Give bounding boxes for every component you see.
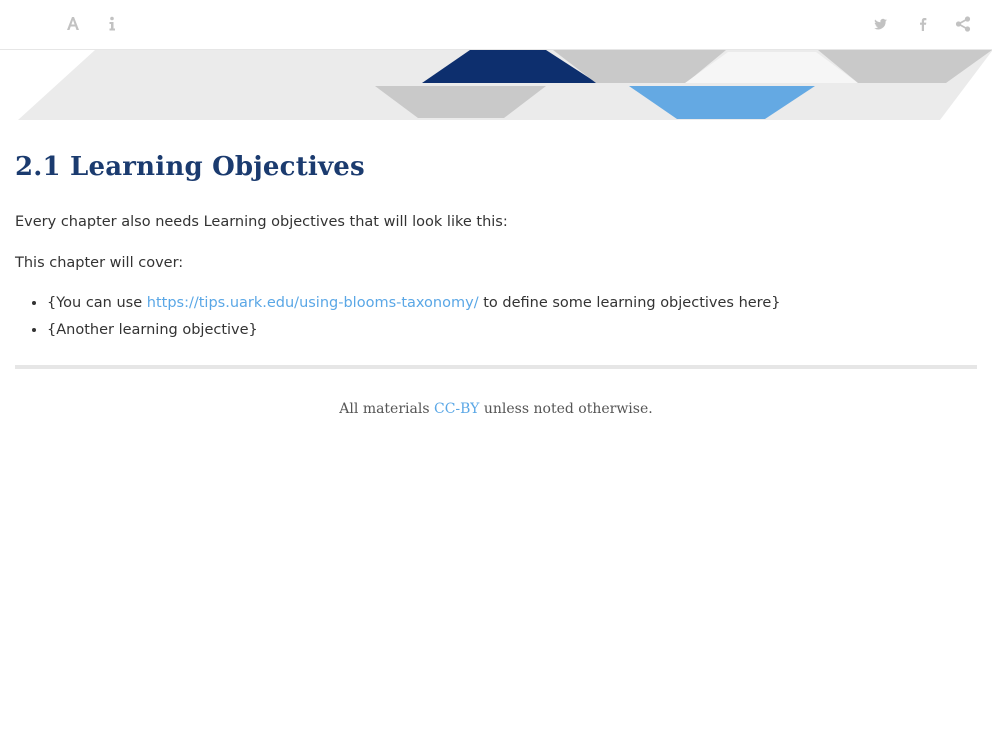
footer-license: All materials CC-BY unless noted otherwi… — [15, 401, 977, 417]
main-content: 2.1 Learning Objectives Every chapter als… — [15, 122, 977, 417]
blooms-taxonomy-link[interactable]: https://tips.uark.edu/using-blooms-taxon… — [147, 295, 479, 311]
objectives-list: {You can use https://tips.uark.edu/using… — [15, 293, 977, 340]
intro-paragraph: Every chapter also needs Learning object… — [15, 214, 508, 230]
list-item: {You can use https://tips.uark.edu/using… — [47, 293, 977, 313]
section-heading: 2.1 Learning Objectives — [15, 148, 977, 186]
top-toolbar — [0, 0, 992, 50]
divider — [15, 365, 977, 369]
section-number: 2.1 — [15, 152, 61, 182]
font-size-icon[interactable] — [61, 12, 85, 36]
section-title: Learning Objectives — [70, 152, 365, 182]
facebook-icon[interactable] — [911, 12, 935, 36]
objective-prefix: {You can use — [47, 295, 147, 311]
info-icon[interactable] — [100, 12, 124, 36]
footer-suffix: unless noted otherwise. — [479, 401, 653, 417]
list-item: {Another learning objective} — [47, 320, 977, 340]
covers-paragraph: This chapter will cover: — [15, 255, 184, 271]
twitter-icon[interactable] — [869, 12, 893, 36]
header-banner-image — [18, 50, 992, 120]
share-icon[interactable] — [951, 12, 975, 36]
cc-by-link[interactable]: CC-BY — [434, 401, 479, 417]
footer-prefix: All materials — [339, 401, 434, 417]
objective-suffix: to define some learning objectives here} — [478, 295, 781, 311]
